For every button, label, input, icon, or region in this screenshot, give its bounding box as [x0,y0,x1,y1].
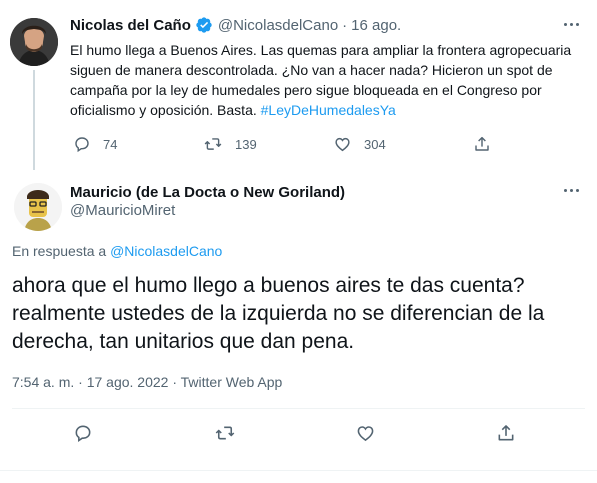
like-icon [333,135,352,153]
reply-icon [73,423,93,443]
like-button[interactable] [355,423,496,443]
tweet2-author-name[interactable]: Mauricio (de La Docta o New Goriland) [70,184,345,201]
thread-connector-line [33,70,35,170]
reply-context: En respuesta a @NicolasdelCano [12,243,222,259]
retweet-count: 139 [235,136,257,152]
tweet2-text: ahora que el humo llego a buenos aires t… [12,274,545,353]
divider [12,408,585,409]
retweet-button[interactable] [214,423,355,443]
tweet1-time[interactable]: 16 ago. [351,17,401,34]
verified-badge-icon [195,16,213,34]
avatar-mauricio[interactable] [14,183,62,231]
share-button[interactable] [496,423,516,443]
share-button[interactable] [473,135,491,153]
tweet1-author-name[interactable]: Nicolas del Caño [70,17,191,34]
tweet2-actions [73,423,516,443]
bottom-divider [0,470,597,471]
like-count: 304 [364,136,386,152]
more-icon[interactable] [564,189,579,192]
tweet2-timestamp[interactable]: 7:54 a. m. · 17 ago. 2022 · Twitter Web … [12,374,282,390]
tweet1-actions: 74 139 304 [73,135,491,153]
share-icon [496,423,516,443]
like-icon [355,423,376,443]
tweet1-header: Nicolas del Caño @NicolasdelCano · 16 ag… [70,16,401,34]
retweet-icon [214,423,236,443]
share-icon [473,135,491,153]
reply-button[interactable] [73,423,214,443]
reply-icon [73,135,91,153]
reply-count: 74 [103,136,118,152]
tweet2-author-handle[interactable]: @MauricioMiret [70,202,175,219]
retweet-button[interactable]: 139 [203,135,333,153]
more-icon[interactable] [564,23,579,26]
reply-button[interactable]: 74 [73,135,203,153]
avatar-nicolas[interactable] [10,18,58,66]
like-button[interactable]: 304 [333,135,473,153]
tweet-thread: Nicolas del Caño @NicolasdelCano · 16 ag… [0,0,597,483]
tweet1-text: El humo llega a Buenos Aires. Las quemas… [70,40,575,120]
tweet1-author-handle[interactable]: @NicolasdelCano [218,17,338,34]
header-separator: · [342,16,348,34]
hashtag-link[interactable]: #LeyDeHumedalesYa [261,102,396,118]
reply-to-link[interactable]: @NicolasdelCano [110,243,222,259]
retweet-icon [203,135,223,153]
reply-prefix: En respuesta a [12,243,111,259]
